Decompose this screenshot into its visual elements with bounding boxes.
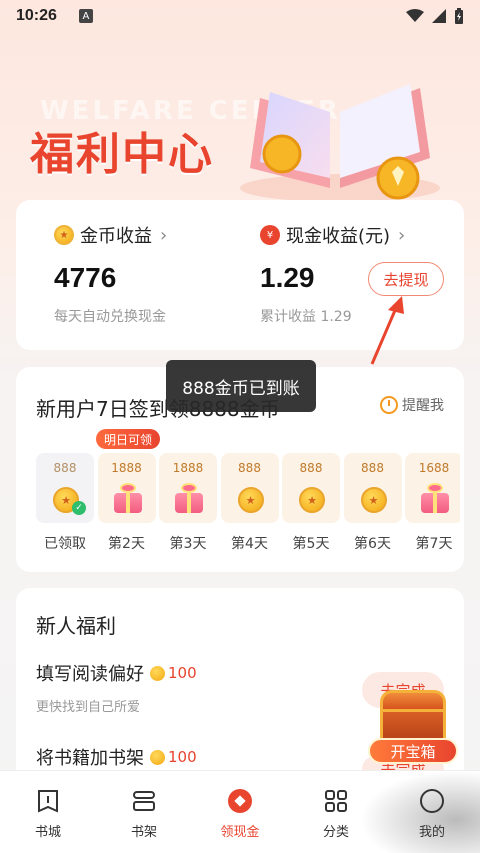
status-time: 10:26 (16, 7, 57, 24)
signin-day-label: 已领取 (44, 536, 86, 552)
gift-box-icon (173, 483, 205, 513)
pointer-arrow-icon (370, 296, 404, 365)
tab-label: 分类 (322, 825, 349, 840)
signin-day-amount: 1688 (418, 461, 450, 475)
signal-icon (432, 9, 446, 23)
task-name: 填写阅读偏好 (36, 664, 144, 685)
signin-day-label: 第4天 (231, 536, 268, 552)
signin-day[interactable]: 888 ★ 第6天 (343, 453, 402, 553)
cash-reward-icon (226, 787, 254, 815)
task-item: 将书籍加书架 100 (36, 744, 197, 770)
coin-icon: ★ (360, 487, 387, 513)
cash-earnings-label: 现金收益(元) (286, 226, 391, 247)
withdraw-button[interactable]: 去提现 (368, 262, 444, 296)
tab-label: 书城 (34, 825, 61, 840)
treasure-chest-lid (380, 690, 446, 712)
tab-shelf[interactable]: 书架 (96, 771, 192, 853)
signin-day-amount: 888 (53, 461, 77, 475)
task-reward-value: 100 (168, 748, 197, 766)
signin-day[interactable]: 1888 第2天 (97, 453, 156, 553)
gift-box-icon (419, 483, 451, 513)
coin-earnings-note: 每天自动兑换现金 (54, 309, 166, 325)
signin-day-box: 888 ★ ✓ (36, 453, 94, 523)
task-description: 更快找到自己所爱 (36, 700, 141, 715)
tab-book[interactable]: 书城 (0, 771, 96, 853)
coin-icon (150, 749, 165, 765)
treasure-chest-button[interactable]: 开宝箱 (368, 690, 458, 770)
battery-icon (455, 8, 463, 24)
grid-icon (322, 787, 350, 815)
task-reward: 100 (150, 664, 197, 682)
signin-day-label: 第7天 (415, 536, 453, 552)
corner-shadow (360, 770, 480, 853)
status-bar: 10:26 A (0, 0, 480, 32)
cash-icon: ¥ (260, 225, 280, 245)
tab-label: 领现金 (220, 825, 260, 840)
toast-message: 888金币已到账 (166, 360, 316, 412)
signin-day-box: 1888 (159, 453, 217, 523)
signin-day-amount: 888 (238, 461, 261, 475)
newbie-title: 新人福利 (36, 614, 116, 638)
coin-icon: ★ (299, 487, 325, 513)
signin-day[interactable]: 1688 第7天 (405, 453, 460, 553)
signin-day[interactable]: 888 ★ 第5天 (282, 453, 340, 553)
signin-day-label: 第5天 (292, 536, 330, 552)
signin-day-label: 第3天 (169, 536, 207, 552)
signin-day-label: 第6天 (354, 536, 391, 552)
coin-icon: ★ (237, 487, 264, 513)
gift-box-icon (112, 483, 144, 513)
status-icons (406, 8, 464, 24)
coin-earnings[interactable]: ★ 金币收益 › 4776 每天自动兑换现金 (54, 222, 167, 326)
signin-day[interactable]: 888 ★ 第4天 (220, 453, 279, 553)
task-reward-value: 100 (168, 664, 197, 682)
book-icon (34, 787, 62, 815)
remind-label: 提醒我 (402, 398, 444, 414)
remind-me-button[interactable]: 提醒我 (380, 395, 444, 415)
task-reward: 100 (150, 748, 197, 766)
tab-label: 书架 (130, 825, 157, 840)
open-book-illustration (240, 84, 440, 202)
signin-day[interactable]: 888 ★ ✓ 已领取 (36, 453, 94, 553)
coin-balance: 4776 (54, 262, 117, 293)
chevron-right-icon: › (160, 224, 168, 246)
coin-icon (150, 665, 165, 681)
signin-day-amount: 888 (361, 461, 384, 475)
signin-day-box: 1888 (97, 453, 156, 523)
wifi-icon (406, 9, 424, 22)
tomorrow-badge: 明日可领 (96, 429, 161, 449)
signin-day-amount: 888 (299, 461, 323, 475)
signin-day-box: 888 ★ (343, 453, 402, 523)
coin-icon: ★ (54, 225, 74, 245)
shelf-icon (130, 787, 158, 815)
page-title: 福利中心 (30, 130, 214, 179)
treasure-label: 开宝箱 (368, 738, 458, 764)
alarm-clock-icon (380, 396, 398, 414)
notification-icon: A (78, 9, 93, 23)
task-name: 将书籍加书架 (36, 748, 144, 769)
signin-day-box: 888 ★ (282, 453, 340, 523)
signin-day-amount: 1888 (172, 461, 204, 475)
signin-day-label: 第2天 (108, 536, 145, 552)
coin-earnings-label: 金币收益 (80, 226, 152, 247)
signin-day-amount: 1888 (111, 461, 142, 475)
check-icon: ✓ (72, 501, 86, 515)
tab-cash-reward[interactable]: 领现金 (192, 771, 288, 853)
task-item: 填写阅读偏好 100 更快找到自己所爱 (36, 660, 197, 715)
chevron-right-icon: › (398, 224, 406, 246)
signin-day[interactable]: 1888 第3天 (159, 453, 217, 553)
signin-day-box: 1688 (405, 453, 460, 523)
signin-days: 888 ★ ✓ 已领取 1888 第2天 1888 第3天 888 ★ 第4天 888 ★ 第5天 888 ★… (36, 453, 460, 563)
signin-day-box: 888 ★ (220, 453, 279, 523)
